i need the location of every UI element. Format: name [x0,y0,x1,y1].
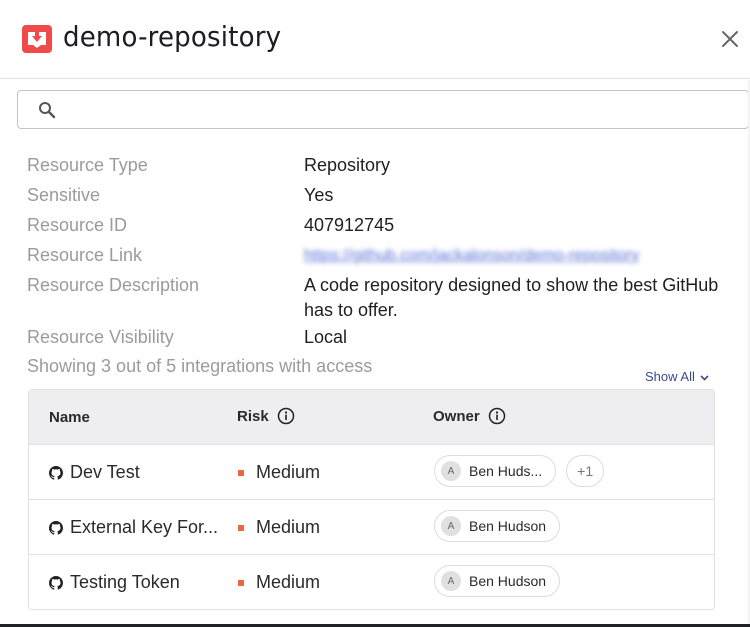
detail-value: Yes [304,185,334,205]
column-header-name[interactable]: Name [49,409,90,426]
detail-label: Resource Visibility [27,327,174,347]
owner-chip[interactable]: A Ben Huds... [434,455,557,487]
inbox-download-icon [22,25,52,53]
detail-label: Resource ID [27,215,128,235]
github-icon [49,520,63,535]
github-icon [49,575,63,590]
detail-value: 407912745 [304,215,395,235]
show-all-button[interactable]: Show All [645,369,709,384]
risk-cell: Medium [238,445,320,500]
integration-name: Testing Token [70,572,180,592]
integration-name-cell: External Key For... [49,500,218,555]
risk-indicator-icon [238,469,244,476]
column-name-label: Name [49,409,90,426]
detail-value: Local [304,327,348,347]
owner-name: Ben Hudson [469,573,547,589]
risk-cell: Medium [238,500,320,555]
risk-indicator-icon [238,579,244,586]
risk-level: Medium [256,517,321,537]
detail-label: Sensitive [27,185,101,205]
owner-cell: A Ben Huds... +1 [434,455,605,487]
detail-label: Resource Link [27,245,143,265]
dialog-header: demo-repository [0,0,750,79]
avatar: A [441,571,461,591]
integrations-table: Name Risk Owner Dev Test Medium A Ben Hu… [28,389,715,610]
detail-value: A code repository designed to show the b… [304,275,719,320]
detail-value: Repository [304,155,391,175]
show-all-label: Show All [645,369,695,384]
owner-name: Ben Hudson [469,518,547,534]
github-icon [49,465,63,480]
search-box[interactable] [17,90,749,129]
table-row[interactable]: Dev Test Medium A Ben Huds... +1 [29,445,714,500]
search-icon [39,102,56,119]
risk-cell: Medium [238,555,321,609]
table-header: Name Risk Owner [29,390,714,445]
close-button[interactable] [716,25,744,53]
info-icon[interactable] [277,407,295,425]
detail-label: Resource Type [27,155,148,175]
owner-cell: A Ben Hudson [434,565,561,597]
owner-name: Ben Huds... [469,463,543,479]
owner-chip[interactable]: A Ben Hudson [434,565,561,597]
avatar: A [441,516,461,536]
chevron-down-icon [700,374,709,381]
column-owner-label: Owner [433,408,480,425]
page-title: demo-repository [63,20,282,53]
info-icon[interactable] [488,407,506,425]
column-risk-label: Risk [237,408,269,425]
integration-name-cell: Dev Test [49,445,140,500]
owner-chip[interactable]: A Ben Hudson [434,510,561,542]
integration-name: Dev Test [70,462,140,482]
integrations-summary: Showing 3 out of 5 integrations with acc… [27,356,373,376]
search-input[interactable] [68,95,742,126]
risk-level: Medium [256,462,321,482]
integration-name-cell: Testing Token [49,555,180,609]
avatar: A [441,461,461,481]
column-header-owner[interactable]: Owner [433,407,506,425]
table-row[interactable]: External Key For... Medium A Ben Hudson [29,500,714,555]
owner-cell: A Ben Hudson [434,510,561,542]
integration-name: External Key For... [70,517,219,537]
risk-level: Medium [256,572,321,592]
close-icon [722,31,738,47]
detail-label: Resource Description [27,275,200,295]
more-owners-chip[interactable]: +1 [566,455,605,487]
resource-link[interactable]: https://github.com/jackalonson/demo-repo… [304,243,724,268]
table-row[interactable]: Testing Token Medium A Ben Hudson [29,555,714,609]
risk-indicator-icon [238,524,244,531]
column-header-risk[interactable]: Risk [237,407,295,425]
